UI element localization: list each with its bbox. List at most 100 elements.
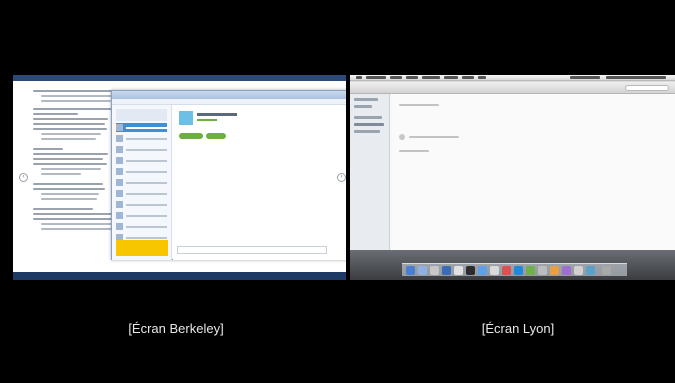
app-icon[interactable] — [562, 266, 571, 275]
menu-item[interactable] — [406, 76, 418, 79]
skype-contact-item[interactable] — [116, 200, 167, 209]
skype-user-profile[interactable] — [116, 109, 167, 121]
app-icon[interactable] — [442, 266, 451, 275]
menu-item[interactable] — [462, 76, 474, 79]
mac-desktop — [350, 250, 675, 280]
contact-name-line — [126, 170, 167, 173]
berkeley-caption: [Écran Berkeley] — [128, 321, 224, 336]
sidebar-item[interactable] — [354, 98, 378, 101]
app-icon[interactable] — [418, 266, 427, 275]
contact-name-line — [126, 214, 167, 217]
content-text-line — [399, 104, 439, 106]
top-black-band — [0, 0, 675, 75]
search-input[interactable] — [625, 85, 669, 91]
document-text-line — [33, 128, 107, 130]
document-text-line — [33, 213, 123, 215]
app-menu-item[interactable] — [366, 76, 386, 79]
app-icon[interactable] — [490, 266, 499, 275]
contact-avatar — [116, 179, 123, 186]
document-text-line — [33, 158, 103, 160]
skype-contact-item[interactable] — [116, 134, 167, 143]
lyon-screen — [350, 75, 675, 280]
app-icon[interactable] — [454, 266, 463, 275]
document-text-line — [33, 163, 107, 165]
sidebar-item[interactable] — [354, 130, 380, 133]
app-icon[interactable] — [502, 266, 511, 275]
menu-item[interactable] — [422, 76, 440, 79]
mac-menu-bar[interactable] — [350, 75, 675, 81]
document-text-line — [33, 108, 113, 110]
document-text-line — [41, 138, 96, 140]
skype-title-bar[interactable] — [112, 91, 346, 99]
app-icon[interactable] — [478, 266, 487, 275]
contact-avatar — [116, 168, 123, 175]
app-icon[interactable] — [466, 266, 475, 275]
status-menu-item[interactable] — [606, 76, 666, 79]
document-text-line — [41, 100, 111, 102]
skype-contact-item[interactable] — [116, 167, 167, 176]
menu-item[interactable] — [390, 76, 402, 79]
lyon-caption: [Écran Lyon] — [481, 321, 555, 336]
sidebar-item[interactable] — [354, 116, 382, 119]
document-text-line — [33, 113, 78, 115]
skype-contact-item[interactable] — [116, 123, 167, 132]
call-button[interactable] — [206, 133, 226, 139]
chat-input[interactable] — [177, 246, 327, 254]
berkeley-screen — [13, 75, 346, 280]
document-text-line — [33, 208, 93, 210]
sidebar-item[interactable] — [354, 105, 372, 108]
skype-promo-banner[interactable] — [116, 240, 168, 256]
skype-contact-item[interactable] — [116, 145, 167, 154]
skype-conversation-pane — [173, 105, 346, 260]
trash-icon[interactable] — [602, 266, 611, 275]
contact-name-line — [126, 192, 167, 195]
skype-contact-item[interactable] — [116, 222, 167, 231]
app-icon[interactable] — [574, 266, 583, 275]
contact-avatar — [116, 135, 123, 142]
document-text-line — [41, 133, 101, 135]
document-text-line — [41, 198, 97, 200]
menu-item[interactable] — [444, 76, 458, 79]
document-text-line — [33, 123, 105, 125]
skype-contact-item[interactable] — [116, 156, 167, 165]
document-text-line — [41, 168, 101, 170]
chevron-right-icon[interactable]: › — [337, 173, 346, 182]
menu-item[interactable] — [478, 76, 486, 79]
skype-icon[interactable] — [514, 266, 523, 275]
app-icon[interactable] — [430, 266, 439, 275]
document-text-line — [41, 173, 81, 175]
apple-menu-icon[interactable] — [356, 76, 362, 79]
contact-name-line — [126, 181, 167, 184]
app-icon[interactable] — [586, 266, 595, 275]
app-icon[interactable] — [538, 266, 547, 275]
skype-contact-item[interactable] — [116, 211, 167, 220]
mac-window-toolbar[interactable] — [350, 82, 675, 94]
app-icon[interactable] — [526, 266, 535, 275]
mac-sidebar — [350, 94, 390, 250]
conversation-status — [197, 119, 217, 121]
video-call-button[interactable] — [179, 133, 203, 139]
chevron-left-icon[interactable]: ‹ — [19, 173, 28, 182]
contact-name-line — [126, 126, 167, 129]
skype-contact-item[interactable] — [116, 178, 167, 187]
content-text-line — [399, 150, 429, 152]
mac-dock[interactable] — [402, 263, 627, 276]
skype-window[interactable] — [111, 90, 346, 260]
contact-name-line[interactable] — [409, 136, 459, 138]
sidebar-item-selected[interactable] — [354, 123, 384, 126]
contact-name-line — [126, 225, 167, 228]
status-menu-item[interactable] — [570, 76, 600, 79]
document-text-line — [33, 153, 108, 155]
mac-app-window — [350, 82, 675, 250]
contact-name-line — [126, 148, 167, 151]
windows-taskbar[interactable] — [13, 272, 346, 280]
document-text-line — [41, 193, 99, 195]
app-icon[interactable] — [550, 266, 559, 275]
contact-name-line — [126, 203, 167, 206]
contact-avatar — [116, 201, 123, 208]
document-text-line — [33, 148, 63, 150]
skype-contact-item[interactable] — [116, 189, 167, 198]
finder-icon[interactable] — [406, 266, 415, 275]
document-text-line — [33, 188, 105, 190]
contact-name-line — [126, 159, 167, 162]
